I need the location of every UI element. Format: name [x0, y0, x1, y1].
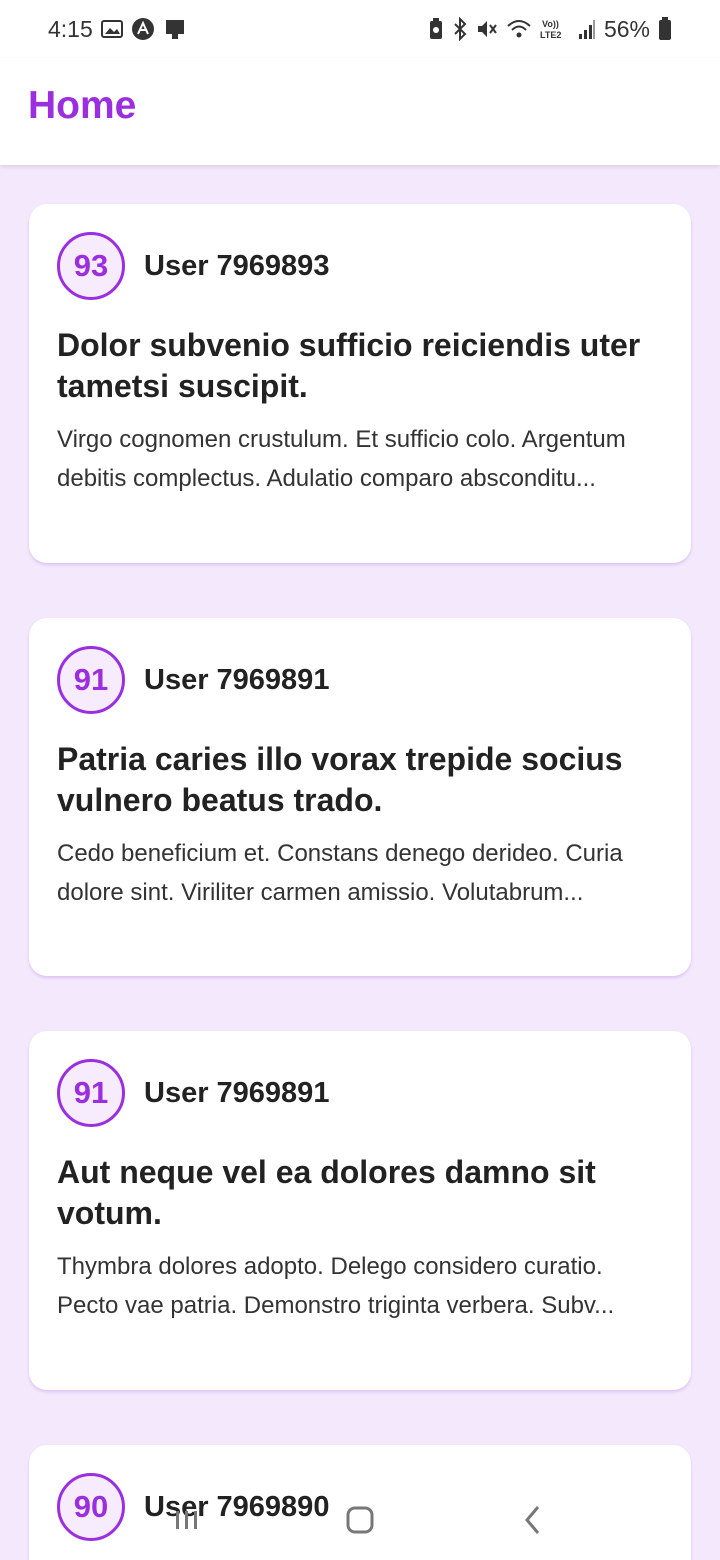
battery-percent: 56%: [603, 15, 650, 42]
device-icon: [163, 17, 187, 41]
score-badge: 91: [57, 1059, 125, 1127]
battery-icon: [658, 17, 672, 41]
post-body: Virgo cognomen crustulum. Et sufficio co…: [57, 426, 626, 492]
recents-button[interactable]: [157, 1490, 217, 1550]
post-title: Aut neque vel ea dolores damno sit votum…: [57, 1154, 596, 1231]
score-badge: 91: [57, 646, 125, 714]
page-title: Home: [28, 83, 137, 127]
status-bar: 4:15 Vo)) LTE2 56%: [0, 0, 720, 58]
home-icon: [346, 1506, 374, 1534]
score-badge: 93: [57, 232, 125, 300]
recents-icon: [175, 1511, 197, 1529]
post-header: 91 User 7969891: [57, 1059, 663, 1127]
post-username: User 7969891: [144, 663, 330, 696]
post-title: Dolor subvenio sufficio reiciendis uter …: [57, 327, 641, 404]
volte-icon: Vo)) LTE2: [540, 18, 570, 40]
image-icon: [100, 19, 123, 39]
post-username: User 7969891: [144, 1076, 330, 1109]
svg-text:LTE2: LTE2: [540, 30, 561, 40]
signal-icon: [578, 18, 596, 40]
post-title: Patria caries illo vorax trepide socius …: [57, 741, 623, 818]
svg-text:Vo)): Vo)): [542, 19, 559, 29]
back-button[interactable]: [503, 1490, 563, 1550]
post-body: Cedo beneficium et. Constans denego deri…: [57, 840, 623, 906]
battery-saver-icon: [428, 17, 444, 41]
post-username: User 7969893: [144, 249, 330, 282]
post-card[interactable]: 91 User 7969891 Patria caries illo vorax…: [29, 618, 691, 976]
app-a-icon: [131, 17, 155, 41]
mute-icon: [476, 18, 498, 40]
wifi-icon: [506, 18, 532, 40]
post-header: 93 User 7969893: [57, 232, 663, 300]
post-body: Thymbra dolores adopto. Delego considero…: [57, 1253, 615, 1319]
post-card[interactable]: 91 User 7969891 Aut neque vel ea dolores…: [29, 1031, 691, 1390]
home-button[interactable]: [330, 1490, 390, 1550]
back-icon: [525, 1506, 540, 1534]
status-time: 4:15: [48, 15, 93, 42]
app-bar: Home: [0, 58, 720, 165]
post-card[interactable]: 93 User 7969893 Dolor subvenio sufficio …: [29, 204, 691, 563]
post-header: 91 User 7969891: [57, 646, 663, 714]
bluetooth-icon: [452, 17, 468, 41]
status-left: 4:15: [48, 16, 187, 43]
status-right: Vo)) LTE2 56%: [428, 16, 672, 43]
system-nav-bar: [0, 1480, 720, 1560]
